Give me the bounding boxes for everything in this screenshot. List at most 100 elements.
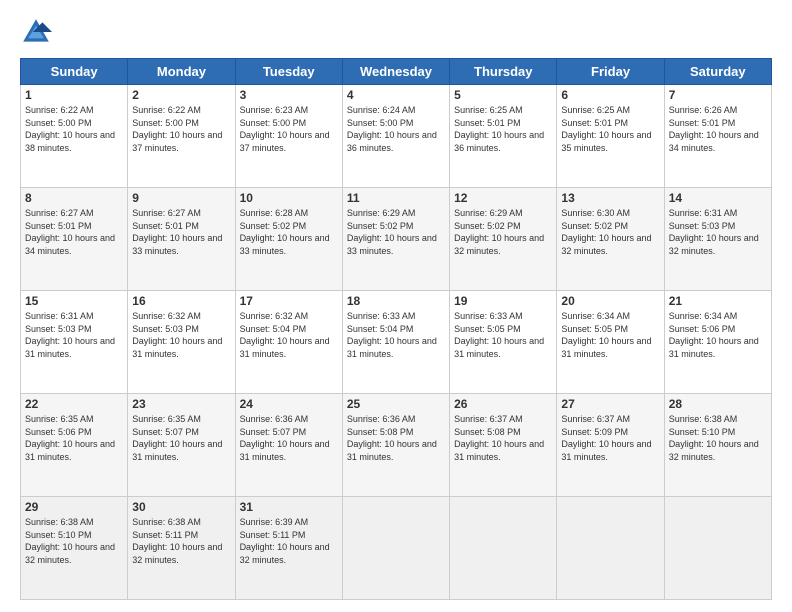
calendar-cell: 17 Sunrise: 6:32 AMSunset: 5:04 PMDayligh… xyxy=(235,291,342,394)
day-info: Sunrise: 6:29 AMSunset: 5:02 PMDaylight:… xyxy=(347,207,445,257)
calendar-cell: 16 Sunrise: 6:32 AMSunset: 5:03 PMDayligh… xyxy=(128,291,235,394)
calendar-cell: 19Sunrise: 6:33 AMSunset: 5:05 PMDayligh… xyxy=(450,291,557,394)
page: SundayMondayTuesdayWednesdayThursdayFrid… xyxy=(0,0,792,612)
day-info: Sunrise: 6:24 AMSunset: 5:00 PMDaylight:… xyxy=(347,104,445,154)
day-info: Sunrise: 6:32 AMSunset: 5:04 PMDaylight:… xyxy=(240,310,338,360)
day-number: 16 xyxy=(132,294,230,308)
logo xyxy=(20,16,60,48)
calendar-cell: 5Sunrise: 6:25 AMSunset: 5:01 PMDaylight… xyxy=(450,85,557,188)
day-info: Sunrise: 6:38 AMSunset: 5:10 PMDaylight:… xyxy=(25,516,123,566)
calendar-cell: 27 Sunrise: 6:37 AMSunset: 5:09 PMDayligh… xyxy=(557,394,664,497)
calendar-cell xyxy=(664,497,771,600)
day-number: 4 xyxy=(347,88,445,102)
day-number: 28 xyxy=(669,397,767,411)
day-number: 30 xyxy=(132,500,230,514)
day-info: Sunrise: 6:35 AMSunset: 5:06 PMDaylight:… xyxy=(25,413,123,463)
day-number: 22 xyxy=(25,397,123,411)
day-info: Sunrise: 6:38 AMSunset: 5:10 PMDaylight:… xyxy=(669,413,767,463)
day-number: 17 xyxy=(240,294,338,308)
day-info: Sunrise: 6:27 AMSunset: 5:01 PMDaylight:… xyxy=(132,207,230,257)
calendar-cell: 29 Sunrise: 6:38 AMSunset: 5:10 PMDayligh… xyxy=(21,497,128,600)
day-info: Sunrise: 6:31 AMSunset: 5:03 PMDaylight:… xyxy=(669,207,767,257)
day-number: 6 xyxy=(561,88,659,102)
calendar-cell: 30 Sunrise: 6:38 AMSunset: 5:11 PMDayligh… xyxy=(128,497,235,600)
calendar-week-row: 1 Sunrise: 6:22 AMSunset: 5:00 PMDaylight… xyxy=(21,85,772,188)
day-info: Sunrise: 6:36 AMSunset: 5:08 PMDaylight:… xyxy=(347,413,445,463)
day-number: 1 xyxy=(25,88,123,102)
calendar-cell: 3Sunrise: 6:23 AMSunset: 5:00 PMDaylight… xyxy=(235,85,342,188)
calendar-table: SundayMondayTuesdayWednesdayThursdayFrid… xyxy=(20,58,772,600)
day-info: Sunrise: 6:37 AMSunset: 5:09 PMDaylight:… xyxy=(561,413,659,463)
calendar-cell: 26Sunrise: 6:37 AMSunset: 5:08 PMDayligh… xyxy=(450,394,557,497)
calendar-day-header: Tuesday xyxy=(235,59,342,85)
day-number: 18 xyxy=(347,294,445,308)
calendar-cell: 2 Sunrise: 6:22 AMSunset: 5:00 PMDaylight… xyxy=(128,85,235,188)
calendar-week-row: 29 Sunrise: 6:38 AMSunset: 5:10 PMDayligh… xyxy=(21,497,772,600)
calendar-cell: 24 Sunrise: 6:36 AMSunset: 5:07 PMDayligh… xyxy=(235,394,342,497)
calendar-cell xyxy=(342,497,449,600)
day-number: 8 xyxy=(25,191,123,205)
calendar-day-header: Friday xyxy=(557,59,664,85)
day-info: Sunrise: 6:22 AMSunset: 5:00 PMDaylight:… xyxy=(132,104,230,154)
day-number: 14 xyxy=(669,191,767,205)
day-info: Sunrise: 6:33 AMSunset: 5:05 PMDaylight:… xyxy=(454,310,552,360)
logo-icon xyxy=(20,16,52,48)
day-number: 31 xyxy=(240,500,338,514)
day-info: Sunrise: 6:34 AMSunset: 5:06 PMDaylight:… xyxy=(669,310,767,360)
day-number: 20 xyxy=(561,294,659,308)
day-info: Sunrise: 6:23 AMSunset: 5:00 PMDaylight:… xyxy=(240,104,338,154)
header xyxy=(20,16,772,48)
day-info: Sunrise: 6:38 AMSunset: 5:11 PMDaylight:… xyxy=(132,516,230,566)
calendar-cell: 12 Sunrise: 6:29 AMSunset: 5:02 PMDayligh… xyxy=(450,188,557,291)
day-info: Sunrise: 6:27 AMSunset: 5:01 PMDaylight:… xyxy=(25,207,123,257)
calendar-cell: 23Sunrise: 6:35 AMSunset: 5:07 PMDayligh… xyxy=(128,394,235,497)
calendar-cell: 4 Sunrise: 6:24 AMSunset: 5:00 PMDaylight… xyxy=(342,85,449,188)
day-number: 24 xyxy=(240,397,338,411)
day-number: 12 xyxy=(454,191,552,205)
calendar-day-header: Thursday xyxy=(450,59,557,85)
calendar-cell: 18Sunrise: 6:33 AMSunset: 5:04 PMDayligh… xyxy=(342,291,449,394)
day-number: 27 xyxy=(561,397,659,411)
day-info: Sunrise: 6:25 AMSunset: 5:01 PMDaylight:… xyxy=(454,104,552,154)
day-number: 29 xyxy=(25,500,123,514)
calendar-day-header: Wednesday xyxy=(342,59,449,85)
calendar-day-header: Sunday xyxy=(21,59,128,85)
day-info: Sunrise: 6:32 AMSunset: 5:03 PMDaylight:… xyxy=(132,310,230,360)
calendar-day-header: Monday xyxy=(128,59,235,85)
day-number: 7 xyxy=(669,88,767,102)
calendar-cell: 25Sunrise: 6:36 AMSunset: 5:08 PMDayligh… xyxy=(342,394,449,497)
calendar-cell: 28 Sunrise: 6:38 AMSunset: 5:10 PMDayligh… xyxy=(664,394,771,497)
day-number: 9 xyxy=(132,191,230,205)
day-info: Sunrise: 6:34 AMSunset: 5:05 PMDaylight:… xyxy=(561,310,659,360)
day-info: Sunrise: 6:36 AMSunset: 5:07 PMDaylight:… xyxy=(240,413,338,463)
day-info: Sunrise: 6:35 AMSunset: 5:07 PMDaylight:… xyxy=(132,413,230,463)
calendar-cell: 7 Sunrise: 6:26 AMSunset: 5:01 PMDaylight… xyxy=(664,85,771,188)
day-info: Sunrise: 6:29 AMSunset: 5:02 PMDaylight:… xyxy=(454,207,552,257)
day-info: Sunrise: 6:30 AMSunset: 5:02 PMDaylight:… xyxy=(561,207,659,257)
calendar-cell xyxy=(450,497,557,600)
day-number: 21 xyxy=(669,294,767,308)
calendar-cell: 9 Sunrise: 6:27 AMSunset: 5:01 PMDaylight… xyxy=(128,188,235,291)
calendar-cell: 15 Sunrise: 6:31 AMSunset: 5:03 PMDayligh… xyxy=(21,291,128,394)
day-number: 10 xyxy=(240,191,338,205)
day-info: Sunrise: 6:22 AMSunset: 5:00 PMDaylight:… xyxy=(25,104,123,154)
day-number: 15 xyxy=(25,294,123,308)
day-number: 11 xyxy=(347,191,445,205)
day-info: Sunrise: 6:28 AMSunset: 5:02 PMDaylight:… xyxy=(240,207,338,257)
calendar-cell xyxy=(557,497,664,600)
day-number: 13 xyxy=(561,191,659,205)
day-info: Sunrise: 6:39 AMSunset: 5:11 PMDaylight:… xyxy=(240,516,338,566)
day-number: 26 xyxy=(454,397,552,411)
calendar-cell: 31 Sunrise: 6:39 AMSunset: 5:11 PMDayligh… xyxy=(235,497,342,600)
day-info: Sunrise: 6:26 AMSunset: 5:01 PMDaylight:… xyxy=(669,104,767,154)
calendar-cell: 13 Sunrise: 6:30 AMSunset: 5:02 PMDayligh… xyxy=(557,188,664,291)
day-number: 2 xyxy=(132,88,230,102)
calendar-cell: 20 Sunrise: 6:34 AMSunset: 5:05 PMDayligh… xyxy=(557,291,664,394)
calendar-cell: 14 Sunrise: 6:31 AMSunset: 5:03 PMDayligh… xyxy=(664,188,771,291)
calendar-cell: 21 Sunrise: 6:34 AMSunset: 5:06 PMDayligh… xyxy=(664,291,771,394)
day-info: Sunrise: 6:31 AMSunset: 5:03 PMDaylight:… xyxy=(25,310,123,360)
calendar-cell: 1 Sunrise: 6:22 AMSunset: 5:00 PMDaylight… xyxy=(21,85,128,188)
day-info: Sunrise: 6:25 AMSunset: 5:01 PMDaylight:… xyxy=(561,104,659,154)
calendar-header-row: SundayMondayTuesdayWednesdayThursdayFrid… xyxy=(21,59,772,85)
calendar-cell: 11 Sunrise: 6:29 AMSunset: 5:02 PMDayligh… xyxy=(342,188,449,291)
